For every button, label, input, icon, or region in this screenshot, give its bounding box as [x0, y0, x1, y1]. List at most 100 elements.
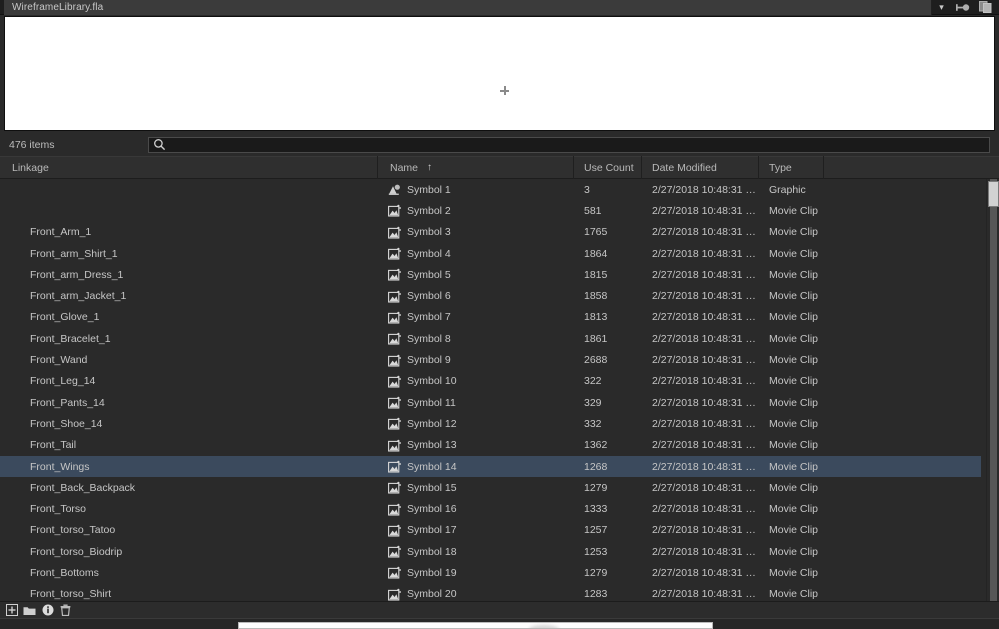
cell-linkage: Front_Bracelet_1	[30, 332, 111, 345]
table-row[interactable]: Front_arm_Shirt_1 Symbol 4 1864 2/27/2018 1…	[0, 243, 981, 264]
cell-type: Movie Clip	[769, 354, 819, 367]
cell-type: Movie Clip	[769, 375, 819, 388]
table-row[interactable]: Front_Shoe_14 Symbol 12 332 2/27/2018 10:48…	[0, 413, 981, 434]
cell-date-modified: 2/27/2018 10:48:31 …	[652, 354, 756, 367]
cell-name: Symbol 14	[378, 456, 574, 477]
cell-date-modified: 2/27/2018 10:48:31 …	[652, 566, 756, 579]
cell-type: Movie Clip	[769, 439, 819, 452]
column-header-type-label: Type	[769, 161, 792, 174]
cell-name-label: Symbol 12	[407, 417, 457, 430]
column-header-date-modified[interactable]: Date Modified	[642, 156, 759, 179]
table-row[interactable]: Front_Tail Symbol 13 1362 2/27/2018 10:48:3…	[0, 435, 981, 456]
table-row[interactable]: Front_Bracelet_1 Symbol 8 1861 2/27/2018 10…	[0, 328, 981, 349]
cell-type: Movie Clip	[769, 481, 819, 494]
properties-icon[interactable]	[41, 604, 54, 617]
cell-use-count: 1765	[584, 226, 608, 239]
table-row[interactable]: Front_Wand Symbol 9 2688 2/27/2018 10:48:31…	[0, 349, 981, 370]
table-row[interactable]: Front_torso_Biodrip Symbol 18 1253 2/27/201…	[0, 541, 981, 562]
delete-icon[interactable]	[59, 604, 72, 617]
list-vertical-scrollbar[interactable]	[986, 179, 999, 609]
table-row[interactable]: Front_Bottoms Symbol 19 1279 2/27/2018 10:4…	[0, 562, 981, 583]
table-row[interactable]: Front_Wings Symbol 14 1268 2/27/2018 10:48:…	[0, 455, 981, 478]
cell-name-label: Symbol 8	[407, 332, 451, 345]
cell-type: Movie Clip	[769, 524, 819, 537]
column-header-name[interactable]: Name ↑	[378, 156, 574, 179]
chevron-down-icon[interactable]: ▾	[936, 2, 947, 13]
movie-clip-icon	[388, 588, 401, 601]
scrollbar-thumb[interactable]	[988, 181, 999, 207]
table-row[interactable]: Front_arm_Dress_1 Symbol 5 1815 2/27/2018 1…	[0, 264, 981, 285]
search-icon	[153, 138, 166, 151]
movie-clip-icon	[388, 418, 401, 430]
cell-linkage	[0, 179, 378, 200]
column-header-linkage[interactable]: Linkage	[0, 156, 378, 179]
column-header-row: Linkage Name ↑ Use Count Date Modified T…	[0, 156, 999, 179]
table-row[interactable]: Symbol 1 3 2/27/2018 10:48:31 … Graphic	[0, 179, 981, 200]
cell-name: Symbol 9	[378, 349, 574, 370]
movie-clip-icon	[388, 290, 401, 303]
cell-type: Movie Clip	[769, 204, 819, 217]
search-field[interactable]	[148, 136, 990, 153]
table-row[interactable]: Front_Pants_14 Symbol 11 329 2/27/2018 10:4…	[0, 392, 981, 413]
library-panel: WireframeLibrary.fla ▾ 476 items Linkage…	[0, 0, 999, 629]
cell-linkage: Front_Arm_1	[30, 226, 92, 239]
search-input[interactable]	[166, 137, 989, 152]
library-search-row: 476 items	[0, 134, 999, 155]
cell-name-label: Symbol 11	[407, 396, 456, 409]
table-row[interactable]: Front_torso_Tatoo Symbol 17 1257 2/27/2018 …	[0, 520, 981, 541]
cell-linkage: Front_arm_Shirt_1	[30, 247, 118, 260]
pin-icon[interactable]	[956, 2, 970, 13]
symbol-preview-pane	[4, 16, 995, 131]
sort-ascending-icon: ↑	[427, 162, 433, 173]
cell-linkage: Front_Pants_14	[30, 396, 105, 409]
cell-name: Symbol 1	[378, 179, 574, 200]
cell-date-modified: 2/27/2018 10:48:31 …	[652, 503, 756, 516]
document-tab[interactable]: WireframeLibrary.fla	[4, 0, 932, 15]
cell-name-label: Symbol 7	[407, 311, 451, 324]
cell-date-modified: 2/27/2018 10:48:31 …	[652, 332, 756, 345]
background-window-content	[529, 625, 559, 628]
scrollbar-track[interactable]	[990, 179, 997, 609]
cell-name-label: Symbol 1	[407, 183, 451, 196]
cell-linkage: Front_Back_Backpack	[30, 481, 136, 494]
table-row[interactable]: Front_Back_Backpack Symbol 15 1279 2/27/201…	[0, 477, 981, 498]
movie-clip-icon	[388, 460, 401, 473]
table-row[interactable]: Front_arm_Jacket_1 Symbol 6 1858 2/27/2018 …	[0, 285, 981, 306]
cell-linkage: Front_torso_Biodrip	[30, 545, 123, 558]
cell-name-label: Symbol 4	[407, 247, 451, 260]
duplicate-panel-icon[interactable]	[979, 1, 992, 13]
column-header-type[interactable]: Type	[759, 156, 824, 179]
cell-name: Symbol 18	[378, 541, 574, 562]
cell-name-label: Symbol 20	[407, 588, 457, 601]
cell-use-count: 1815	[584, 268, 608, 281]
cell-date-modified: 2/27/2018 10:48:31 …	[652, 481, 756, 494]
cell-date-modified: 2/27/2018 10:48:31 …	[652, 290, 756, 303]
titlebar-icons: ▾	[932, 0, 999, 15]
new-folder-icon[interactable]	[23, 604, 36, 617]
table-row[interactable]: Front_Glove_1 Symbol 7 1813 2/27/2018 10:48…	[0, 307, 981, 328]
cell-type: Movie Clip	[769, 332, 819, 345]
table-row[interactable]: Front_Leg_14 Symbol 10 322 2/27/2018 10:48:…	[0, 371, 981, 392]
cell-name-label: Symbol 14	[407, 460, 457, 473]
registration-crosshair-icon	[500, 86, 509, 95]
cell-use-count: 1861	[584, 332, 608, 345]
cell-type: Movie Clip	[769, 396, 819, 409]
new-symbol-icon[interactable]	[5, 604, 18, 617]
cell-date-modified: 2/27/2018 10:48:31 …	[652, 375, 756, 388]
cell-name-label: Symbol 17	[407, 524, 457, 537]
table-row[interactable]: Symbol 2 581 2/27/2018 10:48:31 … Movie Cli…	[0, 200, 981, 221]
table-row[interactable]: Front_Arm_1 Symbol 3 1765 2/27/2018 10:48:3…	[0, 222, 981, 243]
column-header-use-count[interactable]: Use Count	[574, 156, 642, 179]
cell-use-count: 1279	[584, 481, 608, 494]
cell-linkage: Front_Leg_14	[30, 375, 96, 388]
movie-clip-icon	[388, 226, 401, 239]
movie-clip-icon	[388, 503, 401, 516]
table-row[interactable]: Front_Torso Symbol 16 1333 2/27/2018 10:48:…	[0, 498, 981, 519]
cell-use-count: 1279	[584, 566, 608, 579]
cell-name-label: Symbol 19	[407, 566, 457, 579]
cell-name-label: Symbol 9	[407, 354, 451, 367]
background-window	[238, 622, 713, 629]
cell-name-label: Symbol 18	[407, 545, 457, 558]
movie-clip-icon	[388, 247, 401, 260]
library-item-list[interactable]: Symbol 1 3 2/27/2018 10:48:31 … Graphic Symb…	[0, 179, 999, 609]
